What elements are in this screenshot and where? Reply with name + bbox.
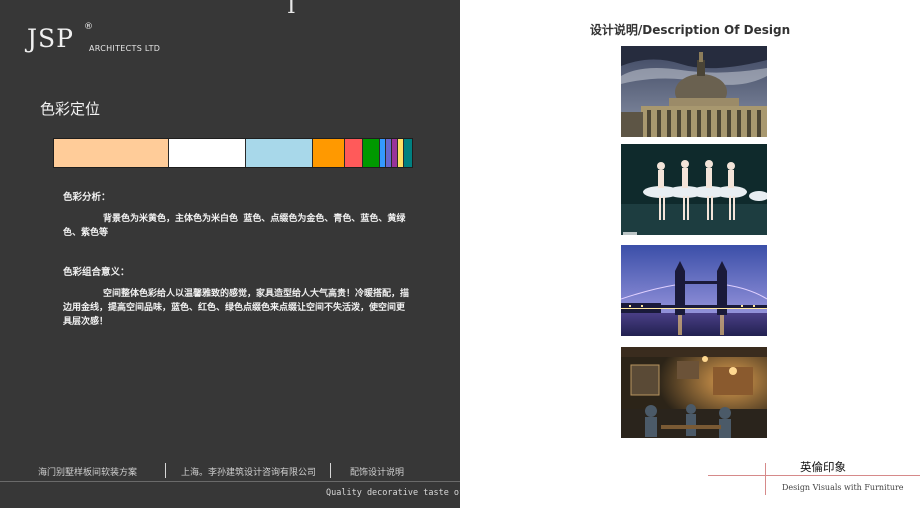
left-panel: I JSP ® ARCHITECTS LTD 色彩定位 色彩分析： 背景色为米黄… (0, 0, 460, 508)
palette-swatch (312, 139, 345, 167)
logo-subtitle: ARCHITECTS LTD (89, 44, 161, 53)
description-title: 设计说明/Description Of Design (589, 23, 791, 37)
caption-subtitle: Design Visuals with Furniture (782, 483, 904, 492)
top-glyph: I (287, 0, 296, 19)
logo-mark: JSP (27, 24, 74, 53)
palette-swatch (362, 139, 380, 167)
analysis-text: 背景色为米黄色，主体色为米白色 蓝色、点缀色为金色、青色、蓝色、黄绿色、紫色等 (63, 214, 406, 238)
logo-registered: ® (84, 22, 93, 32)
footer-row: 海门别墅样板间软装方案 上海。李孙建筑设计咨询有限公司 配饰设计说明 (0, 463, 460, 479)
caption-rule-vertical (765, 463, 766, 495)
palette-swatch (403, 139, 412, 167)
cathedral-dome-photo (621, 46, 767, 137)
palette-swatch (245, 139, 313, 167)
ballet-dancers-photo (621, 144, 767, 235)
tower-bridge-photo (621, 245, 767, 336)
footer-tagline: Quality decorative taste of l (326, 488, 460, 498)
footer-project: 海门别墅样板间软装方案 (38, 468, 138, 478)
section-title: 色彩定位 (40, 100, 101, 118)
footer-company: 上海。李孙建筑设计咨询有限公司 (181, 468, 317, 478)
right-panel: 设计说明/Description Of Design 英倫印象 Design V… (460, 0, 920, 508)
palette-swatch (54, 139, 169, 167)
analysis-heading: 色彩分析： (63, 192, 111, 203)
palette-swatch (169, 139, 246, 167)
palette-swatch (344, 139, 363, 167)
footer-rule (0, 481, 460, 482)
caption-rule-horizontal (708, 475, 920, 476)
meaning-heading: 色彩组合意义： (63, 267, 130, 278)
footer-divider (165, 463, 166, 478)
footer-section: 配饰设计说明 (350, 468, 405, 478)
caption-title: 英倫印象 (800, 460, 846, 474)
color-palette-bar (53, 138, 413, 168)
footer-divider (330, 463, 331, 478)
pub-interior-photo (621, 347, 767, 438)
meaning-text: 空间整体色彩给人以温馨雅致的感觉，家具造型给人大气高贵！冷暖搭配，描边用金线，提… (63, 289, 410, 327)
